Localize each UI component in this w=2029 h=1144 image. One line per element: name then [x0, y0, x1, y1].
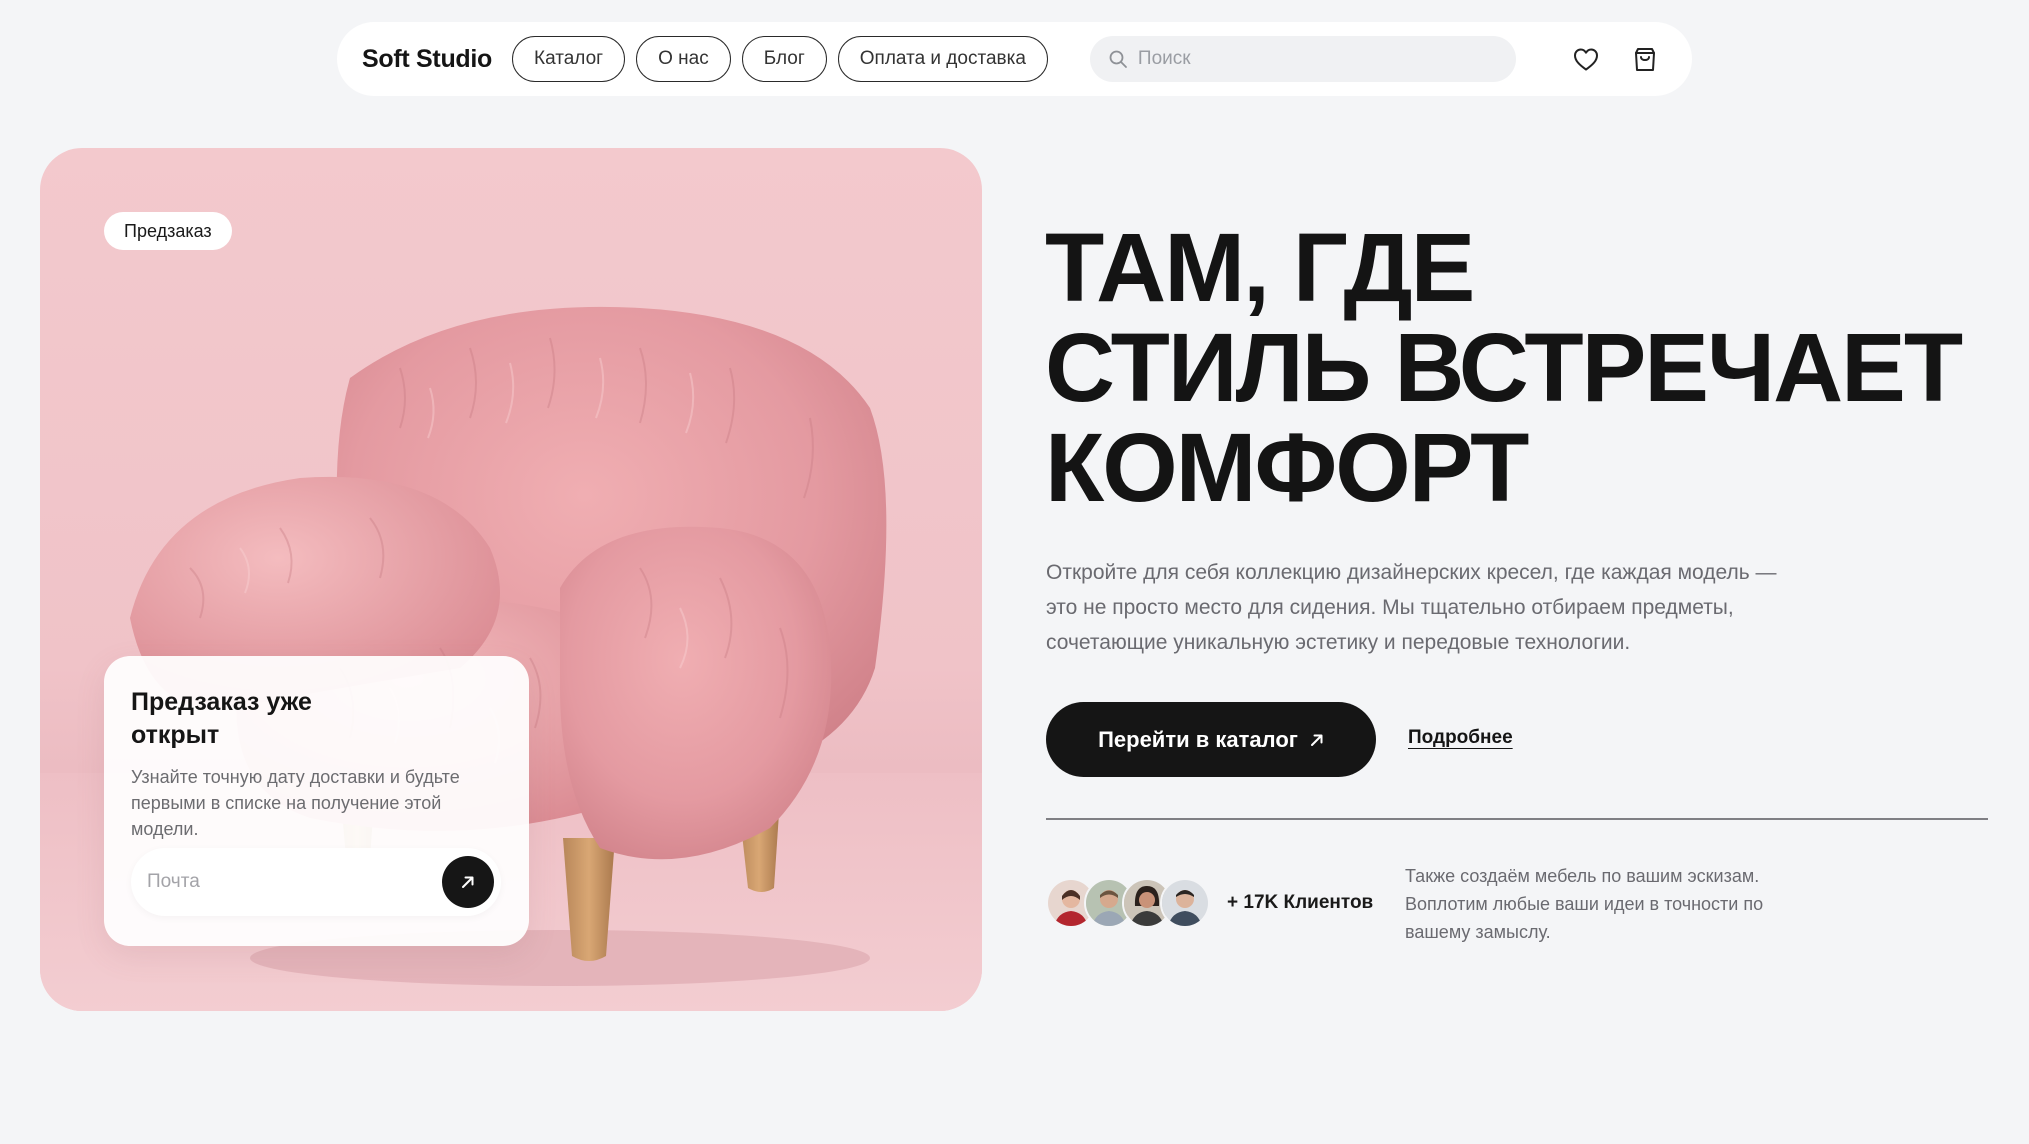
headline-line-3: КОМФОРТ — [1045, 413, 1529, 522]
email-submit-button[interactable] — [442, 856, 494, 908]
arrow-up-right-icon — [462, 876, 474, 888]
cta-label: Перейти в каталог — [1098, 726, 1298, 752]
custom-furniture-note: Также создаём мебель по вашим эскизам. В… — [1405, 866, 1764, 942]
favorites-button[interactable] — [1568, 41, 1604, 77]
headline-line-1: ТАМ, ГДЕ — [1045, 213, 1475, 322]
email-form — [131, 848, 501, 916]
logo[interactable]: Soft Studio — [362, 45, 492, 74]
nav-links: Каталог О нас Блог Оплата и доставка — [512, 36, 1048, 82]
nav-link-payment-delivery[interactable]: Оплата и доставка — [837, 36, 1048, 82]
search-icon — [1109, 50, 1127, 68]
avatar — [1160, 878, 1210, 928]
shopping-bag-icon — [1634, 48, 1655, 71]
search-input[interactable] — [1137, 48, 1498, 70]
preorder-text: Узнайте точную дату доставки и будьте пе… — [131, 767, 460, 839]
preorder-badge: Предзаказ — [104, 212, 232, 250]
cart-button[interactable] — [1627, 41, 1663, 77]
hero-product-card: Предзаказ Предзаказ уже открыт Узнайте т… — [40, 148, 982, 1011]
go-to-catalog-button[interactable]: Перейти в каталог — [1046, 702, 1376, 777]
preorder-card: Предзаказ уже открыт Узнайте точную дату… — [104, 656, 529, 946]
headline-line-2: СТИЛЬ ВСТРЕЧАЕТ — [1045, 313, 1963, 422]
hero-description: Откройте для себя коллекцию дизайнерских… — [1046, 561, 1777, 654]
preorder-title: Предзаказ уже открыт — [131, 688, 312, 749]
search-bar — [1089, 36, 1516, 82]
clients-count: + 17K Клиентов — [1227, 892, 1374, 913]
nav-link-about[interactable]: О нас — [636, 36, 731, 82]
heart-icon — [1573, 48, 1598, 71]
hero-headline: ТАМ, ГДЕ СТИЛЬ ВСТРЕЧАЕТ КОМФОРТ — [1045, 218, 2005, 518]
top-navbar: Soft Studio Каталог О нас Блог Оплата и … — [337, 22, 1692, 96]
page: Soft Studio Каталог О нас Блог Оплата и … — [0, 0, 2029, 1144]
learn-more-link[interactable]: Подробнее — [1408, 727, 1513, 749]
nav-link-blog[interactable]: Блог — [741, 36, 827, 82]
email-input[interactable] — [147, 871, 442, 893]
client-avatars — [1046, 878, 1210, 928]
nav-link-catalog[interactable]: Каталог — [512, 36, 626, 82]
divider — [1046, 818, 1988, 820]
arrow-up-right-icon — [1310, 734, 1323, 746]
